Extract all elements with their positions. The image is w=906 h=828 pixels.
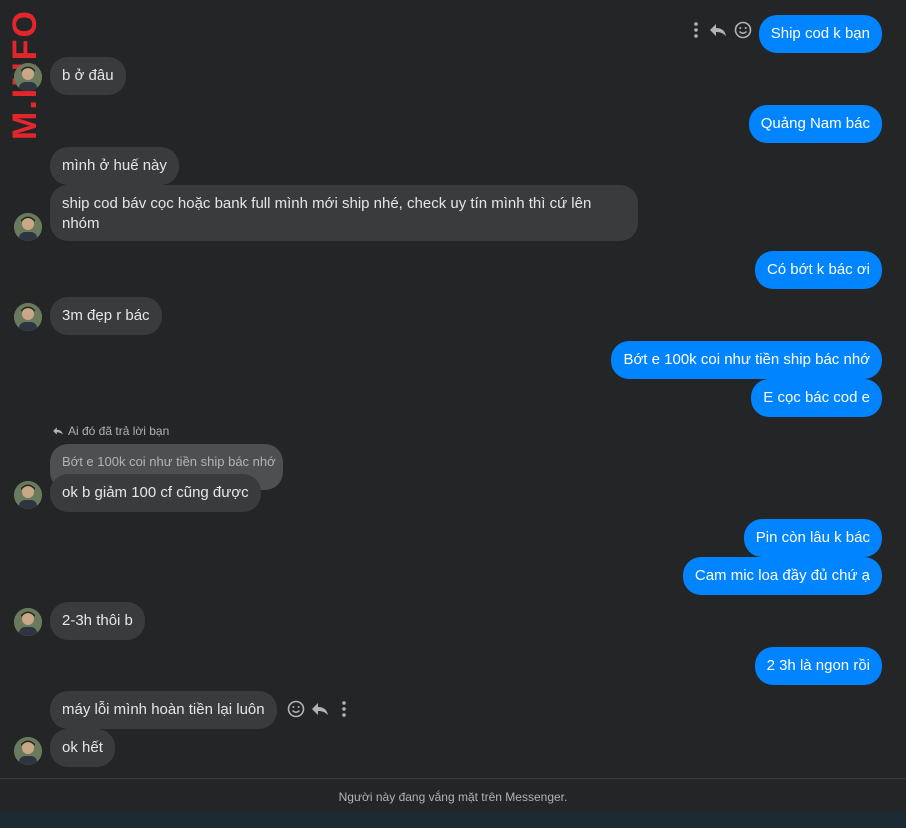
message-incoming[interactable]: ok b giảm 100 cf cũng được bbox=[50, 474, 261, 512]
message-outgoing[interactable]: Ship cod k bạn bbox=[758, 15, 882, 53]
avatar[interactable] bbox=[14, 737, 42, 765]
message-incoming[interactable]: 2-3h thôi b bbox=[50, 602, 145, 640]
message-outgoing[interactable]: Có bớt k bác ơi bbox=[754, 251, 882, 289]
reply-note: Ai đó đã trả lời bạn bbox=[52, 424, 169, 438]
message-outgoing[interactable]: Cam mic loa đầy đủ chứ ạ bbox=[682, 557, 882, 595]
avatar[interactable] bbox=[14, 213, 42, 241]
emoji-icon[interactable] bbox=[286, 699, 306, 719]
message-outgoing[interactable]: Pin còn lâu k bác bbox=[743, 519, 882, 557]
emoji-icon[interactable] bbox=[733, 20, 753, 40]
avatar[interactable] bbox=[14, 481, 42, 509]
message-incoming[interactable]: máy lỗi mình hoàn tiền lại luôn bbox=[50, 691, 277, 729]
message-incoming[interactable]: b ở đâu bbox=[50, 57, 126, 95]
message-incoming[interactable]: ship cod báv cọc hoặc bank full mình mới… bbox=[50, 185, 638, 241]
more-icon[interactable] bbox=[686, 20, 706, 40]
status-footer: Người này đang vắng mặt trên Messenger. bbox=[0, 778, 906, 815]
avatar[interactable] bbox=[14, 608, 42, 636]
reply-icon bbox=[53, 427, 63, 435]
reply-icon[interactable] bbox=[708, 20, 728, 40]
message-outgoing[interactable]: E cọc bác cod e bbox=[751, 379, 882, 417]
away-status-text: Người này đang vắng mặt trên Messenger. bbox=[338, 790, 568, 804]
message-incoming[interactable]: ok hết bbox=[50, 729, 115, 767]
message-outgoing[interactable]: Quảng Nam bác bbox=[748, 105, 882, 143]
bottom-strip bbox=[0, 812, 906, 828]
message-outgoing[interactable]: Bớt e 100k coi như tiền ship bác nhớ bbox=[611, 341, 882, 379]
conversation: M.INFO Ship cod k bạn b ở đâu Quảng Nam … bbox=[0, 0, 906, 778]
avatar[interactable] bbox=[14, 63, 42, 91]
avatar[interactable] bbox=[14, 303, 42, 331]
reply-icon[interactable] bbox=[310, 699, 330, 719]
reply-note-text: Ai đó đã trả lời bạn bbox=[68, 424, 170, 438]
message-outgoing[interactable]: 2 3h là ngon rồi bbox=[754, 647, 882, 685]
message-incoming[interactable]: mình ở huế này bbox=[50, 147, 179, 185]
message-incoming[interactable]: 3m đẹp r bác bbox=[50, 297, 162, 335]
more-icon[interactable] bbox=[334, 699, 354, 719]
